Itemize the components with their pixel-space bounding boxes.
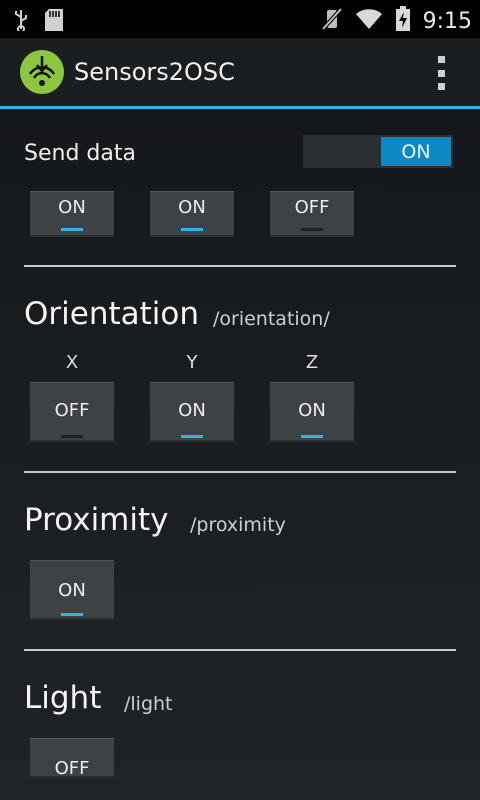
light-toggle-label: OFF xyxy=(54,758,90,779)
section-divider xyxy=(24,265,456,267)
toggle-indicator xyxy=(61,613,83,616)
send-data-label: Send data xyxy=(24,141,136,166)
toggle-indicator xyxy=(301,435,323,438)
orientation-z-toggle[interactable]: ON xyxy=(270,382,354,442)
action-bar: Sensors2OSC xyxy=(0,38,480,106)
mute-icon xyxy=(321,7,343,35)
section-divider xyxy=(24,649,456,651)
proximity-title: Proximity xyxy=(24,502,169,538)
orientation-x-toggle-label: OFF xyxy=(54,400,90,421)
clock: 9:15 xyxy=(422,8,472,34)
axis-label-y: Y xyxy=(186,352,198,373)
wifi-icon xyxy=(355,8,383,34)
toggle-indicator xyxy=(61,435,83,438)
toggle-button-1[interactable]: ON xyxy=(30,191,114,237)
toggle-button-2-label: ON xyxy=(178,197,206,218)
app-title: Sensors2OSC xyxy=(74,58,235,86)
orientation-y-toggle-label: ON xyxy=(178,400,206,421)
light-toggle[interactable]: OFF xyxy=(30,738,114,779)
light-title: Light xyxy=(24,680,102,716)
usb-icon xyxy=(14,9,28,35)
proximity-path: /proximity xyxy=(190,514,286,536)
app-logo-icon xyxy=(20,50,64,94)
orientation-x-toggle[interactable]: OFF xyxy=(30,382,114,442)
axis-label-z: Z xyxy=(305,352,319,373)
axis-label-x: X xyxy=(65,352,79,373)
orientation-y-toggle[interactable]: ON xyxy=(150,382,234,442)
proximity-toggle-label: ON xyxy=(58,580,86,601)
overflow-menu-icon[interactable] xyxy=(438,56,446,90)
sd-card-icon xyxy=(44,8,64,36)
send-data-switch-thumb: ON xyxy=(381,137,451,166)
settings-list[interactable]: Send data ON ON ON OFF Orientation /orie… xyxy=(0,109,480,800)
toggle-indicator xyxy=(61,228,83,231)
send-data-switch[interactable]: ON xyxy=(303,135,453,168)
section-divider xyxy=(24,471,456,473)
toggle-button-2[interactable]: ON xyxy=(150,191,234,237)
orientation-title: Orientation xyxy=(24,296,200,332)
battery-charging-icon xyxy=(395,6,411,36)
orientation-z-toggle-label: ON xyxy=(298,400,326,421)
status-bar: 9:15 xyxy=(0,0,480,38)
toggle-button-1-label: ON xyxy=(58,197,86,218)
toggle-indicator xyxy=(301,228,323,231)
toggle-indicator xyxy=(181,228,203,231)
toggle-indicator xyxy=(181,435,203,438)
proximity-toggle[interactable]: ON xyxy=(30,560,114,620)
light-path: /light xyxy=(124,693,173,715)
toggle-button-3[interactable]: OFF xyxy=(270,191,354,237)
toggle-button-3-label: OFF xyxy=(294,197,330,218)
orientation-path: /orientation/ xyxy=(213,308,330,330)
